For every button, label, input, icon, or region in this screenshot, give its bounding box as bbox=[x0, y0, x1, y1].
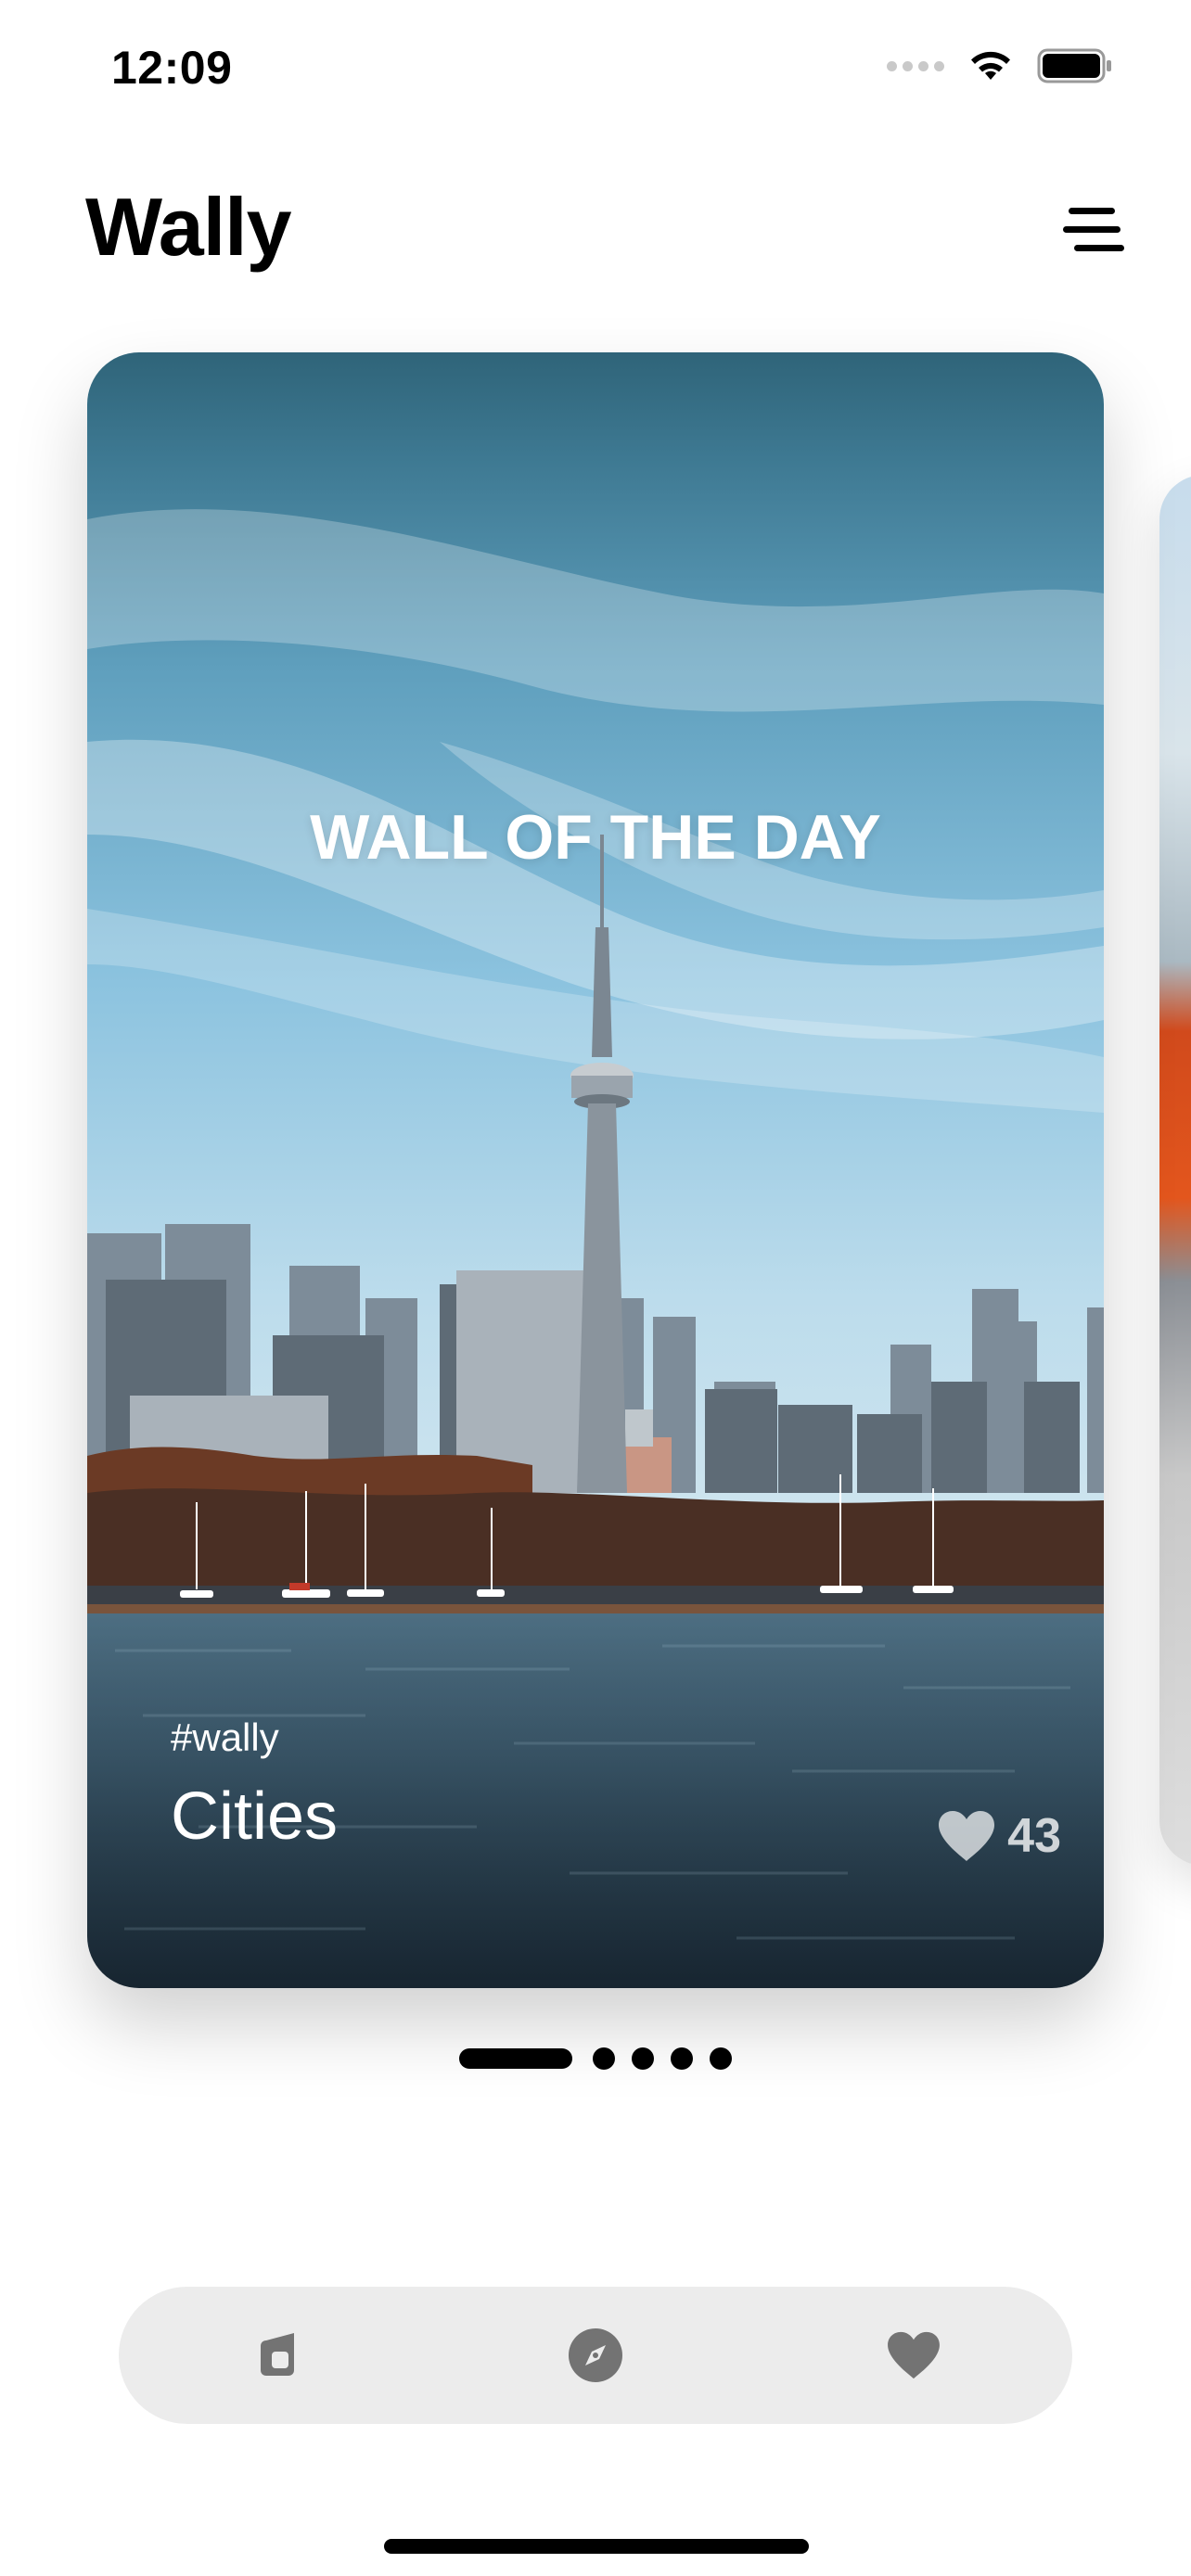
next-wallpaper-card[interactable] bbox=[1159, 475, 1191, 1866]
wall-of-the-day-card[interactable]: WALL OF THE DAY #wally Cities 43 bbox=[87, 352, 1104, 1988]
carousel-pager bbox=[0, 2047, 1191, 2070]
app-title: Wally bbox=[85, 181, 292, 273]
like-button[interactable]: 43 bbox=[937, 1808, 1061, 1864]
wallpaper-category: Cities bbox=[171, 1779, 339, 1854]
pager-dot[interactable] bbox=[671, 2047, 693, 2070]
app-screen: 12:09 Wally WALL OF THE DAY #wally Citie… bbox=[0, 0, 1191, 2576]
nav-item-favorites[interactable] bbox=[858, 2300, 969, 2411]
wallpaper-tag: #wally bbox=[171, 1715, 279, 1759]
menu-button[interactable] bbox=[1061, 202, 1126, 258]
wall-of-the-day-heading: WALL OF THE DAY bbox=[310, 802, 881, 873]
pager-dot[interactable] bbox=[710, 2047, 732, 2070]
status-icons bbox=[887, 48, 1113, 83]
wallpaper-icon bbox=[261, 2333, 295, 2376]
pager-dot[interactable] bbox=[632, 2047, 654, 2070]
pager-dot[interactable] bbox=[593, 2047, 615, 2070]
wifi-icon bbox=[971, 51, 1010, 80]
likes-count: 43 bbox=[1007, 1809, 1061, 1863]
compass-icon bbox=[568, 2328, 622, 2382]
bottom-navigation bbox=[119, 2287, 1072, 2424]
status-time: 12:09 bbox=[111, 42, 233, 94]
heart-icon bbox=[887, 2331, 940, 2379]
heart-icon bbox=[939, 1811, 995, 1861]
menu-icon bbox=[1063, 208, 1124, 251]
battery-icon bbox=[1037, 48, 1111, 83]
cellular-signal-icon bbox=[887, 60, 944, 71]
home-indicator[interactable] bbox=[384, 2539, 809, 2554]
nav-item-explore[interactable] bbox=[540, 2300, 651, 2411]
nav-item-wallpapers[interactable] bbox=[222, 2300, 333, 2411]
pager-indicator-active[interactable] bbox=[459, 2048, 572, 2069]
